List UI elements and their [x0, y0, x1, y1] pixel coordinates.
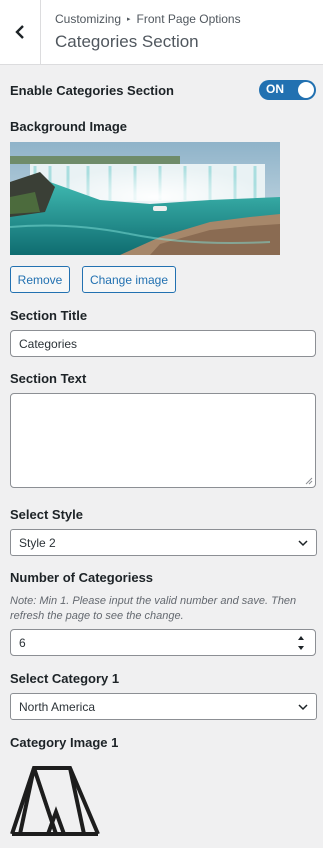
breadcrumb-root: Customizing [55, 12, 122, 26]
remove-image-button[interactable]: Remove [10, 266, 70, 293]
tent-logo-icon [10, 766, 100, 836]
section-title-input[interactable]: Categories [10, 330, 316, 357]
chevron-down-icon [298, 704, 308, 711]
breadcrumb-parent: Front Page Options [136, 12, 241, 26]
section-text-textarea[interactable] [10, 393, 316, 488]
category-image-1-preview[interactable] [10, 762, 101, 837]
waterfall-photo [10, 142, 280, 255]
change-image-button[interactable]: Change image [82, 266, 176, 293]
chevron-left-icon [15, 25, 24, 39]
breadcrumb: Customizing ▸ Front Page Options [55, 12, 241, 26]
toggle-knob [298, 82, 314, 98]
number-of-categories-input[interactable]: 6 [10, 629, 316, 656]
select-style-label: Select Style [10, 507, 83, 522]
select-category-1-dropdown[interactable]: North America [10, 693, 317, 720]
page-title: Categories Section [55, 32, 199, 51]
number-of-categories-label: Number of Categoriess [10, 570, 154, 585]
customizer-header: Customizing ▸ Front Page Options Categor… [0, 0, 323, 65]
chevron-down-icon [298, 540, 308, 547]
enable-section-label: Enable Categories Section [10, 83, 174, 98]
section-text-label: Section Text [10, 371, 87, 386]
toggle-state-text: ON [266, 82, 284, 96]
category-image-1-label: Category Image 1 [10, 735, 119, 750]
background-image-label: Background Image [10, 119, 128, 134]
background-image-preview[interactable] [10, 142, 280, 255]
select-style-value: Style 2 [19, 535, 56, 550]
number-of-categories-value: 6 [19, 635, 26, 650]
enable-section-toggle[interactable]: ON [259, 80, 316, 100]
breadcrumb-separator-icon: ▸ [127, 16, 131, 23]
resize-grip-icon[interactable] [305, 477, 313, 485]
section-title-label: Section Title [10, 308, 88, 323]
select-category-1-value: North America [19, 699, 96, 714]
number-spinner-icon[interactable] [296, 633, 306, 653]
back-button[interactable] [0, 0, 41, 64]
number-of-categories-note: Note: Min 1. Please input the valid numb… [10, 595, 297, 622]
select-style-dropdown[interactable]: Style 2 [10, 529, 317, 556]
select-category-1-label: Select Category 1 [10, 671, 120, 686]
